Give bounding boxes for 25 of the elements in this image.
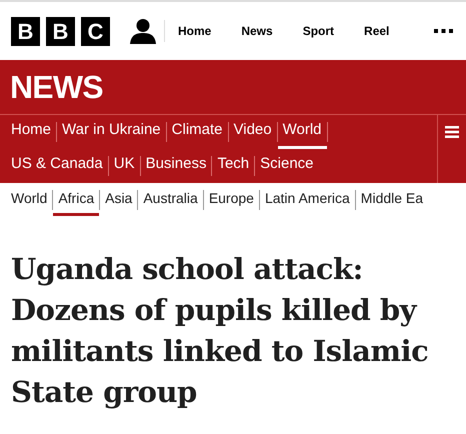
sub-nav-tab[interactable]: Latin America [260,183,355,216]
nav-tab[interactable]: Climate [166,115,228,149]
bbc-logo[interactable]: B B C [11,16,110,46]
top-nav-link[interactable]: Home [178,22,212,40]
nav-tab[interactable]: UK [108,149,140,183]
sub-nav-tab[interactable]: Asia [100,183,138,216]
nav-tab[interactable]: US & Canada [6,149,108,183]
nav-tab[interactable]: Home [6,115,56,149]
sub-nav-tab[interactable]: Middle Ea [356,183,428,216]
more-icon[interactable] [434,28,453,34]
section-title: NEWS [10,68,103,107]
nav-tab[interactable]: Tech [212,149,254,183]
headline: Uganda school attack: Dozens of pupils killed by militants linked to Islamic State group [10,251,430,411]
nav-tab[interactable]: Science [255,149,319,183]
account-icon[interactable] [130,18,156,44]
top-nav-link[interactable]: Reel [364,22,390,40]
top-nav-link[interactable]: Sport [302,22,334,40]
sub-nav-tab[interactable]: Australia [138,183,203,216]
top-nav-link[interactable]: News [241,22,273,40]
nav-tab[interactable]: Video [228,115,277,149]
menu-icon[interactable] [445,126,459,138]
nav-tab[interactable]: War in Ukraine [57,115,166,149]
nav-tab[interactable]: Business [140,149,212,183]
sub-nav-tab[interactable]: Europe [204,183,259,216]
sub-nav-tab[interactable]: World [6,183,52,216]
